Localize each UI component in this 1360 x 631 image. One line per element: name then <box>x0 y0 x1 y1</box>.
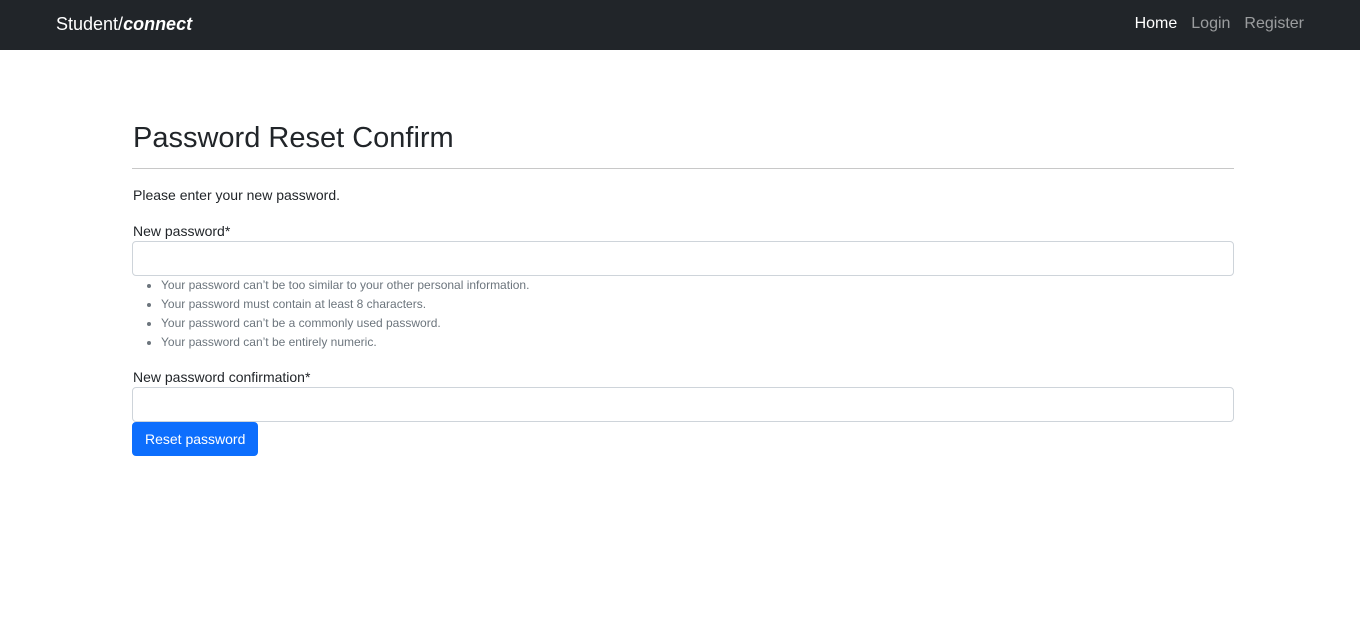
brand-emphasis: connect <box>123 14 193 34</box>
brand-logo-link[interactable]: Student/connect <box>56 13 192 35</box>
nav-link-register[interactable]: Register <box>1244 14 1304 34</box>
nav-link-login[interactable]: Login <box>1191 14 1230 34</box>
nav-link-home[interactable]: Home <box>1135 14 1178 34</box>
password-help-item: Your password must contain at least 8 ch… <box>161 295 529 314</box>
password-help-item: Your password can’t be too similar to yo… <box>161 276 529 295</box>
password-help-item: Your password can’t be entirely numeric. <box>161 333 529 352</box>
password-help-list: Your password can’t be too similar to yo… <box>132 276 529 352</box>
confirm-password-input[interactable] <box>132 387 1234 422</box>
password-help-item: Your password can’t be a commonly used p… <box>161 314 529 333</box>
new-password-label: New password* <box>133 223 231 239</box>
reset-password-button[interactable]: Reset password <box>132 422 259 456</box>
title-divider <box>132 168 1234 169</box>
brand-prefix: Student/ <box>56 14 124 34</box>
intro-text: Please enter your new password. <box>133 187 340 203</box>
nav-links: Home Login Register <box>1135 14 1304 34</box>
new-password-input[interactable] <box>132 241 1234 276</box>
top-navbar: Student/connect Home Login Register <box>0 0 1360 50</box>
page-title: Password Reset Confirm <box>133 122 454 154</box>
confirm-password-label: New password confirmation* <box>133 369 311 385</box>
